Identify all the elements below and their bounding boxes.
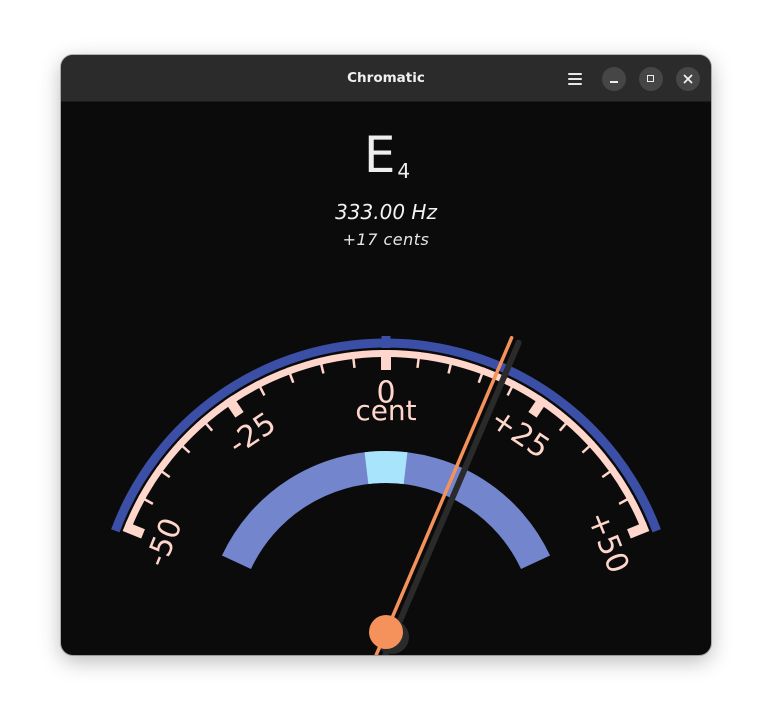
- scale-tick: [627, 521, 650, 539]
- menu-icon: [568, 73, 582, 75]
- menu-icon-line: [568, 78, 582, 80]
- tuning-gauge: -50-250+25+50 cent: [111, 335, 661, 655]
- scale-label: -50: [139, 513, 190, 572]
- maximize-icon: [647, 75, 654, 82]
- menu-button[interactable]: [563, 67, 587, 91]
- scale-label: -25: [222, 406, 282, 462]
- in-tune-zone: [364, 451, 408, 485]
- inner-band: [221, 451, 551, 570]
- scale-tick: [122, 521, 145, 539]
- tuner-view: E4 333.00 Hz +17 cents -50 -25 0 +25 +50 cen…: [61, 102, 711, 655]
- header-bar: Chromatic: [61, 55, 711, 102]
- close-icon: [683, 74, 693, 84]
- scale-tick: [528, 395, 548, 418]
- scale-label: +25: [484, 402, 556, 466]
- app-window: Chromatic E4 333.00 Hz +17 cents -50 -25…: [61, 55, 711, 655]
- minimize-button[interactable]: [602, 67, 626, 91]
- scale-label: +50: [580, 507, 636, 579]
- unit-label: cent: [355, 394, 416, 427]
- needle-hub: [369, 615, 403, 649]
- close-button[interactable]: [676, 67, 700, 91]
- menu-icon-line: [568, 83, 582, 85]
- outer-band-arc: [111, 338, 661, 533]
- scale-tick: [224, 395, 244, 418]
- minimize-icon: [610, 81, 618, 83]
- maximize-button[interactable]: [639, 67, 663, 91]
